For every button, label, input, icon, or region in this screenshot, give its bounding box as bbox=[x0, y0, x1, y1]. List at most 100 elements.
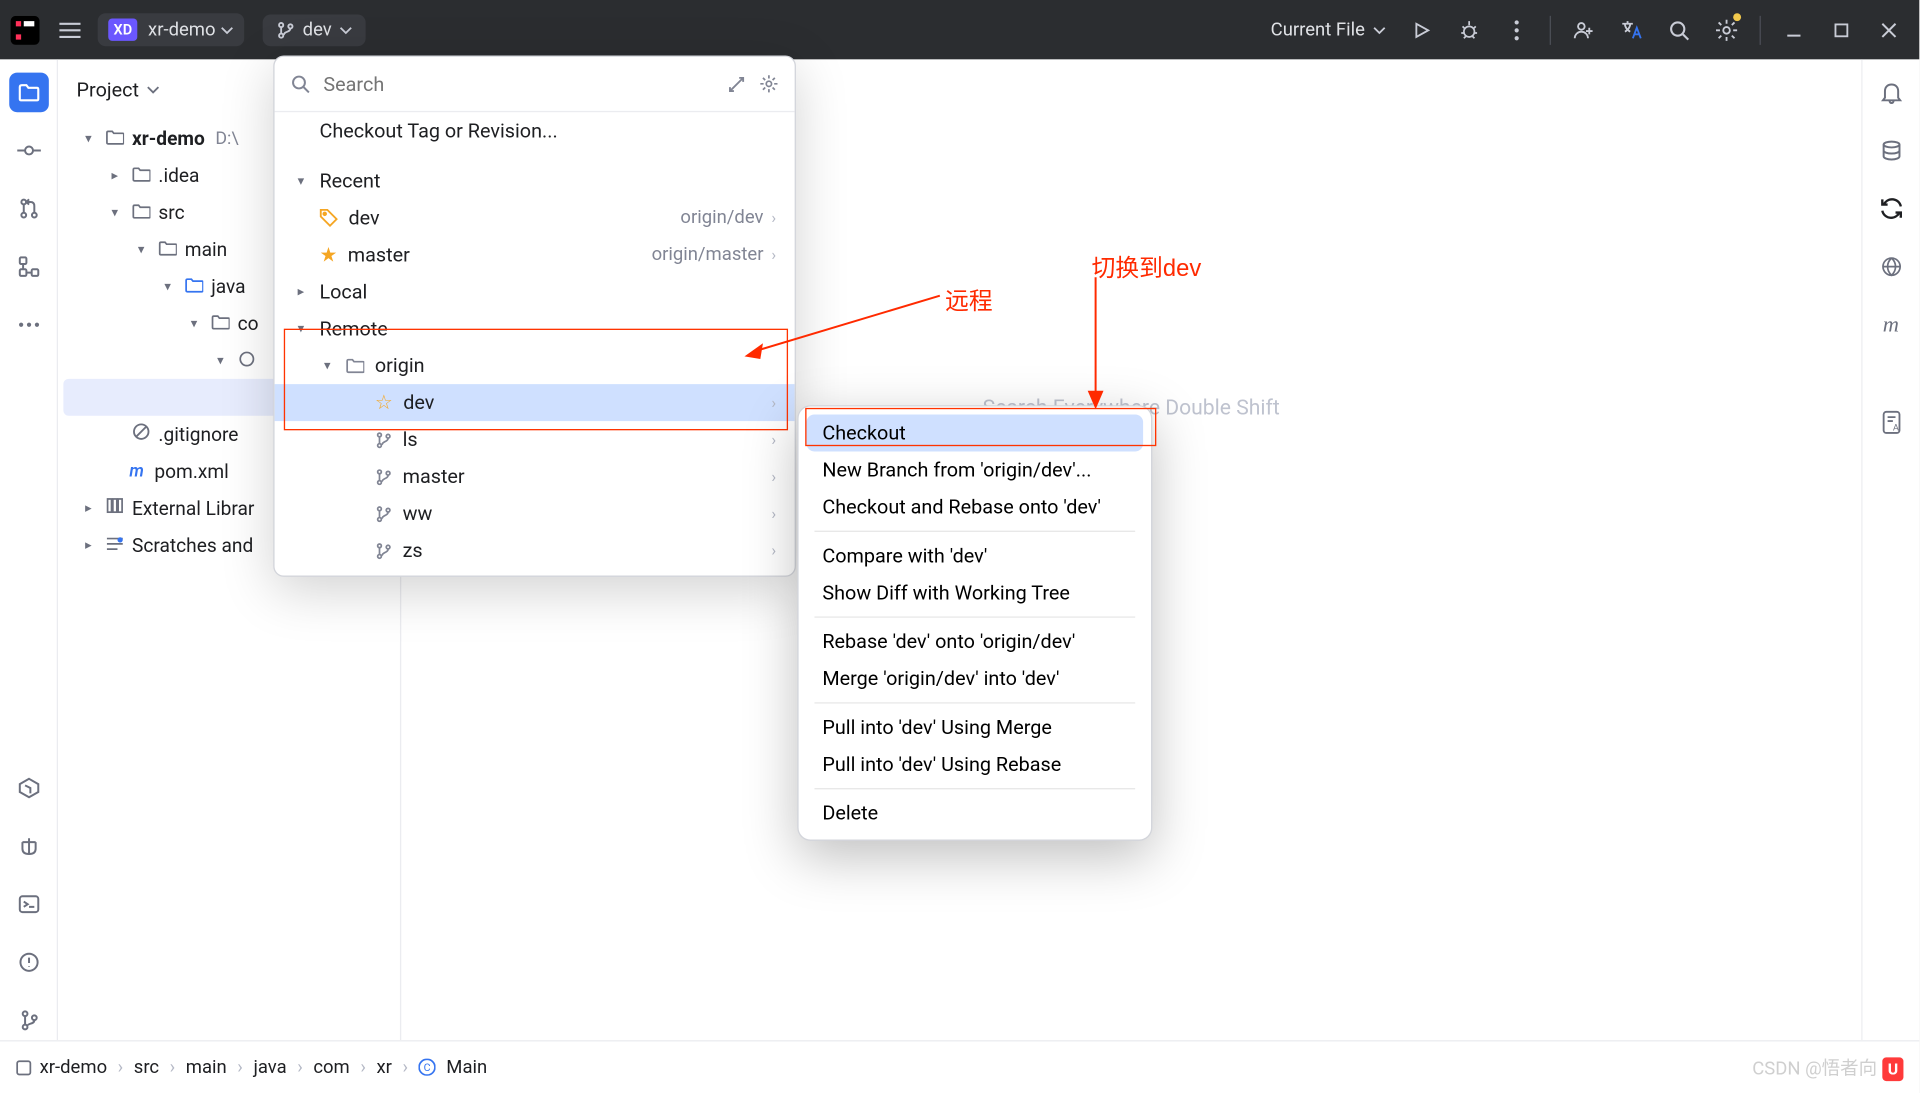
maven-icon[interactable]: m bbox=[1871, 305, 1911, 345]
module-icon bbox=[103, 127, 127, 149]
class-icon: C bbox=[419, 1059, 436, 1076]
recent-branch-item[interactable]: ★masterorigin/master› bbox=[275, 236, 795, 273]
recent-section[interactable]: ▾Recent bbox=[275, 162, 795, 199]
run-tool-icon[interactable] bbox=[9, 768, 49, 808]
menu-separator bbox=[814, 702, 1135, 703]
project-tool-icon[interactable] bbox=[9, 73, 49, 113]
branch-icon bbox=[375, 542, 392, 559]
more-icon[interactable] bbox=[1494, 7, 1539, 52]
problems-tool-icon[interactable] bbox=[9, 942, 49, 982]
remote-branch-item[interactable]: ls› bbox=[275, 421, 795, 458]
branch-icon bbox=[375, 505, 392, 522]
pull-request-icon[interactable] bbox=[9, 189, 49, 229]
more-tool-icon[interactable] bbox=[9, 305, 49, 345]
build-tool-icon[interactable] bbox=[9, 826, 49, 866]
star-icon: ☆ bbox=[375, 391, 393, 415]
commit-tool-icon[interactable] bbox=[9, 131, 49, 171]
recent-branch-item[interactable]: devorigin/dev› bbox=[275, 199, 795, 236]
branch-name: dev bbox=[303, 19, 332, 40]
ide-window: XD xr-demo dev Current File bbox=[0, 0, 1919, 1093]
ctx-merge[interactable]: Merge 'origin/dev' into 'dev' bbox=[807, 660, 1144, 697]
debug-icon[interactable] bbox=[1447, 7, 1492, 52]
menu-separator bbox=[814, 616, 1135, 617]
maximize-icon[interactable] bbox=[1819, 7, 1864, 52]
ctx-delete[interactable]: Delete bbox=[807, 795, 1144, 832]
assistant-icon[interactable]: A bbox=[1871, 403, 1911, 443]
package-icon bbox=[235, 349, 259, 371]
chevron-down-icon bbox=[147, 86, 160, 94]
local-section[interactable]: ▸Local bbox=[275, 273, 795, 310]
folder-icon bbox=[156, 238, 180, 260]
minimize-icon[interactable] bbox=[1771, 7, 1816, 52]
run-icon[interactable] bbox=[1399, 7, 1444, 52]
search-input[interactable] bbox=[323, 72, 714, 96]
branch-context-menu: Checkout New Branch from 'origin/dev'...… bbox=[797, 405, 1152, 841]
project-badge: XD bbox=[108, 18, 137, 40]
main-menu-icon[interactable] bbox=[48, 7, 93, 52]
status-bar: xr-demo› src› main› java› com› xr› C Mai… bbox=[0, 1040, 1919, 1093]
watermark: CSDN @悟者向U bbox=[1752, 1054, 1903, 1080]
branch-icon bbox=[276, 20, 294, 38]
libraries-icon bbox=[103, 496, 127, 520]
ignore-icon bbox=[129, 422, 153, 446]
track-icon[interactable] bbox=[727, 75, 745, 93]
ctx-compare[interactable]: Compare with 'dev' bbox=[807, 537, 1144, 574]
sync-icon[interactable] bbox=[1871, 189, 1911, 229]
notifications-icon[interactable] bbox=[1871, 73, 1911, 113]
settings-icon[interactable] bbox=[1704, 7, 1749, 52]
branches-popup: Checkout Tag or Revision... ▾Recent devo… bbox=[273, 55, 796, 576]
project-selector[interactable]: XD xr-demo bbox=[98, 13, 245, 46]
globe-icon[interactable] bbox=[1871, 247, 1911, 287]
structure-tool-icon[interactable] bbox=[9, 247, 49, 287]
source-folder-icon bbox=[182, 275, 206, 297]
ctx-new-branch[interactable]: New Branch from 'origin/dev'... bbox=[807, 451, 1144, 488]
project-name: xr-demo bbox=[148, 19, 216, 40]
vcs-tool-icon[interactable] bbox=[9, 1001, 49, 1041]
branch-selector[interactable]: dev bbox=[263, 14, 366, 46]
popup-search-row bbox=[275, 57, 795, 112]
ctx-rebase[interactable]: Rebase 'dev' onto 'origin/dev' bbox=[807, 623, 1144, 660]
svg-text:A: A bbox=[1892, 422, 1898, 433]
checkout-tag-item[interactable]: Checkout Tag or Revision... bbox=[275, 112, 795, 149]
remote-branch-item[interactable]: ww› bbox=[275, 495, 795, 532]
tag-icon bbox=[319, 209, 337, 227]
folder-icon bbox=[346, 358, 364, 374]
code-with-me-icon[interactable] bbox=[1562, 7, 1607, 52]
app-logo-icon bbox=[8, 13, 42, 47]
remote-branch-item[interactable]: master› bbox=[275, 458, 795, 495]
run-config-selector[interactable]: Current File bbox=[1271, 19, 1386, 40]
translate-icon[interactable] bbox=[1609, 7, 1654, 52]
folder-icon bbox=[129, 164, 153, 186]
title-bar: XD xr-demo dev Current File bbox=[0, 0, 1919, 59]
search-icon bbox=[290, 74, 310, 94]
chevron-down-icon bbox=[221, 26, 234, 34]
ctx-checkout-rebase[interactable]: Checkout and Rebase onto 'dev' bbox=[807, 488, 1144, 525]
ctx-pull-rebase[interactable]: Pull into 'dev' Using Rebase bbox=[807, 746, 1144, 783]
folder-icon bbox=[129, 201, 153, 223]
svg-text:C: C bbox=[424, 1061, 431, 1074]
left-tool-rail bbox=[0, 59, 58, 1040]
ctx-checkout[interactable]: Checkout bbox=[807, 414, 1144, 451]
terminal-tool-icon[interactable] bbox=[9, 884, 49, 924]
right-tool-rail: m A bbox=[1861, 59, 1919, 1040]
divider bbox=[1550, 15, 1551, 44]
branch-icon bbox=[375, 431, 392, 448]
maven-file-icon: m bbox=[129, 461, 143, 481]
breadcrumb[interactable]: xr-demo› src› main› java› com› xr› C Mai… bbox=[40, 1057, 488, 1078]
menu-separator bbox=[814, 788, 1135, 789]
origin-folder[interactable]: ▾origin bbox=[275, 347, 795, 384]
remote-branch-item-selected[interactable]: ☆dev› bbox=[275, 384, 795, 421]
scratches-icon bbox=[103, 534, 127, 556]
remote-branch-item[interactable]: zs› bbox=[275, 532, 795, 569]
remote-section[interactable]: ▾Remote bbox=[275, 310, 795, 347]
search-icon[interactable] bbox=[1657, 7, 1702, 52]
star-icon: ★ bbox=[319, 243, 337, 267]
database-icon[interactable] bbox=[1871, 131, 1911, 171]
ctx-show-diff[interactable]: Show Diff with Working Tree bbox=[807, 574, 1144, 611]
ctx-pull-merge[interactable]: Pull into 'dev' Using Merge bbox=[807, 709, 1144, 746]
close-icon[interactable] bbox=[1866, 7, 1911, 52]
gear-icon[interactable] bbox=[759, 74, 779, 94]
chevron-down-icon bbox=[1373, 26, 1386, 34]
chevron-down-icon bbox=[340, 26, 353, 34]
module-icon bbox=[16, 1059, 32, 1075]
